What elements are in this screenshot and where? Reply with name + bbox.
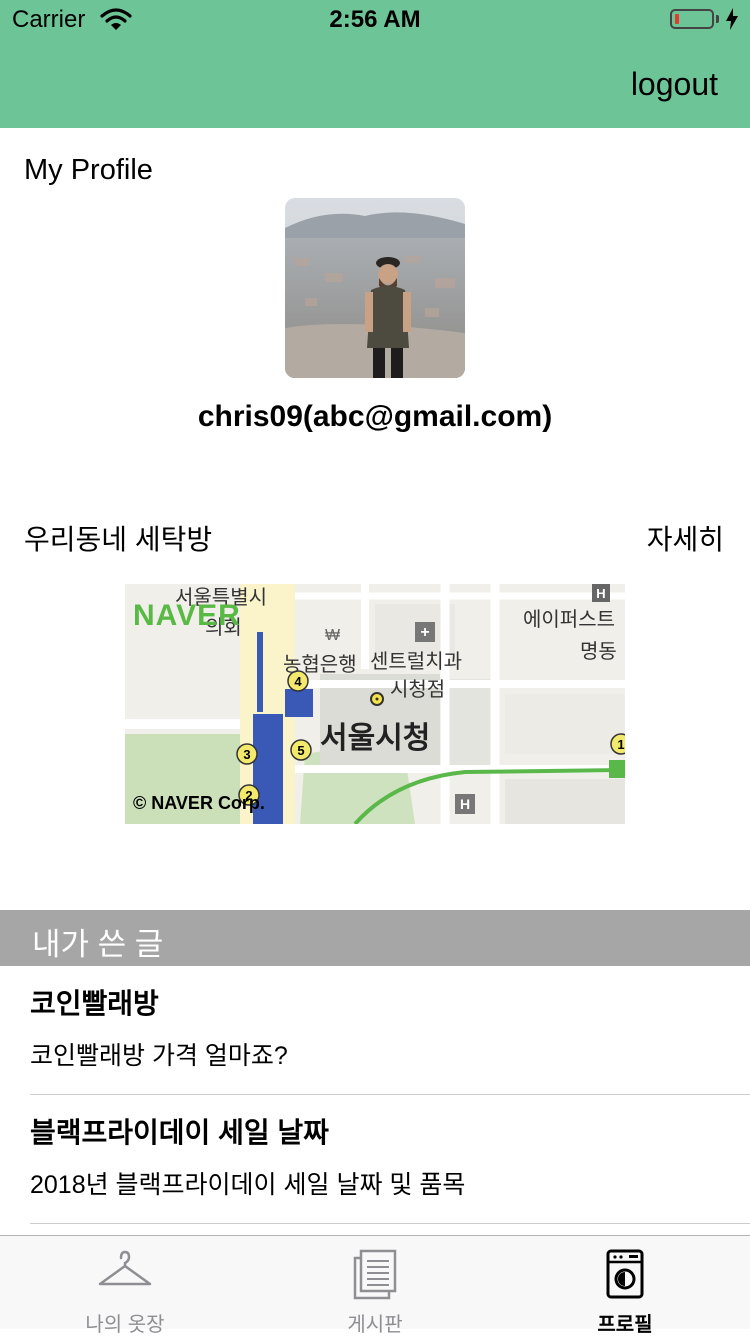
station-badge: 5 xyxy=(297,743,304,758)
tab-label: 게시판 xyxy=(347,1314,403,1336)
map-label: 명동 xyxy=(580,639,617,663)
battery-tip xyxy=(716,15,719,23)
status-bar: Carrier 2:56 AM xyxy=(0,0,750,40)
post-body: 코인빨래방 가격 얼마죠? xyxy=(30,1042,288,1070)
document-icon xyxy=(250,1248,500,1305)
post-body: 2018년 블랙프라이데이 세일 날짜 및 품목 xyxy=(30,1171,466,1199)
map-label: 농협은행 xyxy=(283,652,357,676)
post-title: 코인빨래방 xyxy=(30,988,159,1019)
tab-label: 나의 옷장 xyxy=(85,1314,165,1336)
charging-bolt-icon xyxy=(726,8,738,35)
map-label: 서울시청 xyxy=(320,721,430,756)
laundry-map[interactable]: H + H ₩ 4 3 5 2 1 서울특별시 의회 농협은행 센트럴치과 시청… xyxy=(125,584,625,824)
map-label: 에이퍼스트 xyxy=(523,607,615,631)
clock: 2:56 AM xyxy=(329,6,421,33)
battery-icon xyxy=(670,9,714,29)
naver-logo: NAVER xyxy=(133,599,241,632)
svg-text:+: + xyxy=(420,624,429,641)
my-profile-title: My Profile xyxy=(24,154,153,186)
post-title: 블랙프라이데이 세일 날짜 xyxy=(30,1117,329,1148)
user-id-email: chris09(abc@gmail.com) xyxy=(197,400,553,433)
washing-machine-icon xyxy=(500,1248,750,1305)
map-label: 센트럴치과 xyxy=(370,649,462,673)
my-posts-title: 내가 쓴 글 xyxy=(32,927,164,962)
hanger-icon xyxy=(0,1248,250,1297)
svg-text:H: H xyxy=(460,796,470,812)
logout-button[interactable]: logout xyxy=(631,66,718,103)
my-posts-header: 내가 쓴 글 xyxy=(0,910,750,966)
map-copyright: © NAVER Corp. xyxy=(133,793,265,813)
post-item[interactable]: 코인빨래방 코인빨래방 가격 얼마죠? xyxy=(30,966,750,1095)
tab-closet[interactable]: 나의 옷장 xyxy=(0,1236,250,1336)
svg-text:₩: ₩ xyxy=(325,627,340,644)
tab-label: 프로필 xyxy=(597,1314,653,1336)
details-link[interactable]: 자세히 xyxy=(647,518,724,558)
tab-board[interactable]: 게시판 xyxy=(250,1236,500,1336)
map-label: 시청점 xyxy=(390,677,445,701)
app-header: Carrier 2:56 AM logout xyxy=(0,0,750,128)
local-laundry-title: 우리동네 세탁방 xyxy=(24,524,213,555)
tab-bar: 나의 옷장 게시판 프로필 xyxy=(0,1235,750,1336)
svg-text:H: H xyxy=(596,586,605,601)
avatar xyxy=(285,198,465,378)
post-item[interactable]: 블랙프라이데이 세일 날짜 2018년 블랙프라이데이 세일 날짜 및 품목 xyxy=(30,1095,750,1224)
station-badge: 1 xyxy=(617,737,624,752)
tab-profile[interactable]: 프로필 xyxy=(500,1236,750,1336)
station-badge: 4 xyxy=(294,674,302,689)
station-badge: 3 xyxy=(243,747,250,762)
